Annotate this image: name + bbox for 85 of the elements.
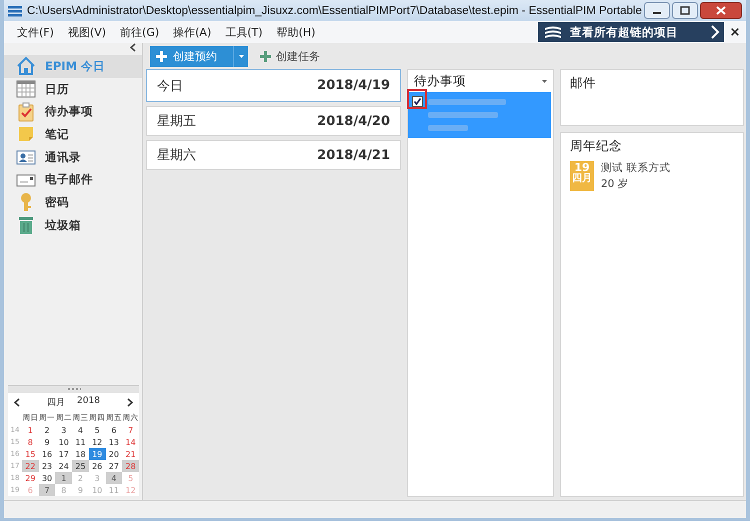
calendar-day[interactable]: 24 — [55, 460, 72, 472]
sidebar-item[interactable]: 日历 — [4, 78, 142, 100]
calendar-day[interactable]: 4 — [106, 472, 122, 484]
previous-month-icon[interactable] — [14, 398, 20, 407]
menu-item[interactable]: 帮助(H) — [270, 24, 322, 40]
menu-item[interactable]: 视图(V) — [60, 24, 114, 40]
day-card[interactable]: 星期六 2018/4/21 — [146, 140, 401, 170]
calendar-day[interactable]: 4 — [72, 424, 89, 436]
calendar-day[interactable]: 7 — [38, 484, 56, 496]
calendar-day[interactable]: 19 — [88, 448, 106, 460]
sidebar-item[interactable]: 笔记 — [4, 123, 142, 146]
month-label: 四月 — [47, 397, 66, 409]
maximize-button[interactable] — [672, 2, 698, 19]
calendar-day[interactable]: 16 — [38, 448, 56, 460]
link-banner[interactable]: 查看所有超链的项目 — [538, 22, 724, 42]
calendar-day[interactable]: 6 — [106, 424, 122, 436]
panel-title: 邮件 — [570, 75, 597, 92]
calendar-day[interactable]: 27 — [106, 460, 122, 472]
badge-day: 19 — [574, 162, 590, 174]
close-button[interactable] — [700, 2, 742, 19]
calendar-day[interactable]: 23 — [38, 460, 56, 472]
calendar-day[interactable]: 21 — [122, 448, 139, 460]
calendar-day[interactable]: 5 — [88, 424, 106, 436]
calendar-day[interactable]: 30 — [38, 472, 56, 484]
year-label: 2018 — [77, 396, 100, 408]
sidebar-item[interactable]: 待办事项 — [4, 100, 142, 124]
plus-icon — [260, 50, 271, 62]
calendar-day[interactable]: 29 — [22, 472, 39, 484]
age-label: 20 岁 — [601, 177, 630, 191]
calendar-day[interactable]: 9 — [38, 436, 56, 448]
calendar-day[interactable]: 2 — [38, 424, 56, 436]
grip-icon[interactable] — [66, 386, 80, 392]
day-label: 今日 — [157, 78, 183, 94]
day-date: 2018/4/21 — [317, 148, 390, 162]
caret-icon — [238, 54, 244, 58]
home-icon — [16, 56, 36, 76]
panel-title: 待办事项 — [414, 72, 466, 90]
calendar-day[interactable]: 18 — [72, 448, 89, 460]
day-card[interactable]: 星期五 2018/4/20 — [146, 106, 401, 136]
menu-item[interactable]: 工具(T) — [218, 24, 270, 40]
minimize-button[interactable] — [644, 2, 670, 19]
next-month-icon[interactable] — [127, 398, 133, 407]
day-card[interactable]: 今日 2018/4/19 — [146, 69, 401, 102]
sidebar-item[interactable]: 电子邮件 — [4, 168, 142, 192]
calendar-day[interactable]: 3 — [55, 424, 72, 436]
panel-title: 周年纪念 — [570, 138, 623, 155]
day-date: 2018/4/19 — [317, 78, 390, 93]
calendar-day[interactable]: 8 — [22, 436, 39, 448]
calendar-day[interactable]: 7 — [122, 424, 139, 436]
contact-name[interactable]: 测试 联系方式 — [601, 161, 670, 175]
menu-item[interactable]: 操作(A) — [166, 24, 218, 40]
day-label: 星期六 — [157, 147, 196, 164]
plus-icon — [156, 50, 167, 62]
day-date: 2018/4/20 — [317, 114, 390, 128]
checkbox[interactable] — [412, 96, 423, 107]
sidebar-item[interactable]: 垃圾箱 — [4, 214, 142, 236]
stack-icon — [544, 25, 562, 39]
window-title: C:\Users\Administrator\Desktop\essentialpim_Jisuxz.com\EssentialPIMPort7\Database\test.epim - EssentialPIM Portable — [27, 4, 639, 16]
calendar-day[interactable]: 10 — [55, 436, 72, 448]
calendar-day[interactable]: 12 — [88, 436, 106, 448]
badge-month: 四月 — [572, 174, 592, 184]
calendar-day[interactable]: 14 — [122, 436, 139, 448]
calendar-day[interactable]: 17 — [55, 448, 72, 460]
calendar-day[interactable]: 1 — [22, 424, 39, 436]
trash-icon — [16, 215, 36, 236]
menu-item[interactable]: 文件(F) — [10, 24, 61, 40]
create-task-button[interactable]: 创建任务 — [256, 46, 324, 66]
collapse-icon[interactable] — [130, 43, 136, 52]
calendar-day[interactable]: 15 — [22, 448, 39, 460]
calendar-icon — [16, 79, 36, 100]
chevron-right-icon — [711, 25, 720, 39]
sidebar-item[interactable]: 密码 — [4, 191, 142, 214]
sidebar-item[interactable]: 通讯录 — [4, 146, 142, 168]
menu-item[interactable]: 前往(G) — [113, 24, 166, 40]
app-icon — [8, 4, 22, 16]
caret-icon[interactable] — [542, 80, 547, 82]
calendar-day[interactable]: 20 — [106, 448, 122, 460]
calendar-day[interactable]: 25 — [72, 460, 89, 472]
calendar-day[interactable]: 26 — [88, 460, 106, 472]
close-button[interactable]: × — [724, 24, 746, 40]
clipboard-icon — [16, 102, 36, 122]
calendar-day[interactable]: 1 — [55, 472, 72, 484]
day-label: 星期五 — [157, 113, 196, 130]
calendar-day[interactable]: 11 — [72, 436, 89, 448]
calendar-day[interactable]: 13 — [106, 436, 122, 448]
